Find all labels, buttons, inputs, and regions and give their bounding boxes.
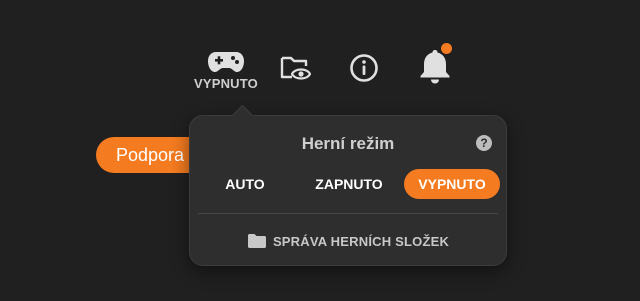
info-button[interactable] (348, 52, 380, 84)
game-mode-options: AUTO ZAPNUTO VYPNUTO (190, 169, 506, 199)
folder-icon (247, 234, 266, 248)
game-mode-popup: Herní režim ? AUTO ZAPNUTO VYPNUTO SPRÁV… (189, 104, 507, 266)
popup-caret (231, 104, 254, 127)
help-icon[interactable]: ? (476, 135, 492, 151)
mode-on-option[interactable]: ZAPNUTO (305, 169, 393, 199)
notification-badge (441, 43, 452, 54)
popup-title: Herní režim (301, 134, 395, 153)
folder-eye-icon (280, 56, 311, 80)
manage-game-folders-button[interactable]: SPRÁVA HERNÍCH SLOŽEK (190, 230, 506, 252)
game-mode-status: VYPNUTO (193, 75, 258, 91)
divider (198, 213, 498, 214)
gamepad-icon (208, 51, 244, 72)
manage-game-folders-label: SPRÁVA HERNÍCH SLOŽEK (272, 233, 450, 249)
notifications-button[interactable] (414, 43, 456, 86)
mode-auto-option[interactable]: AUTO (215, 169, 275, 199)
mode-off-option[interactable]: VYPNUTO (404, 169, 500, 199)
game-mode-toggle[interactable]: VYPNUTO (186, 46, 266, 94)
info-icon (350, 54, 378, 82)
game-folders-button[interactable] (278, 50, 312, 84)
